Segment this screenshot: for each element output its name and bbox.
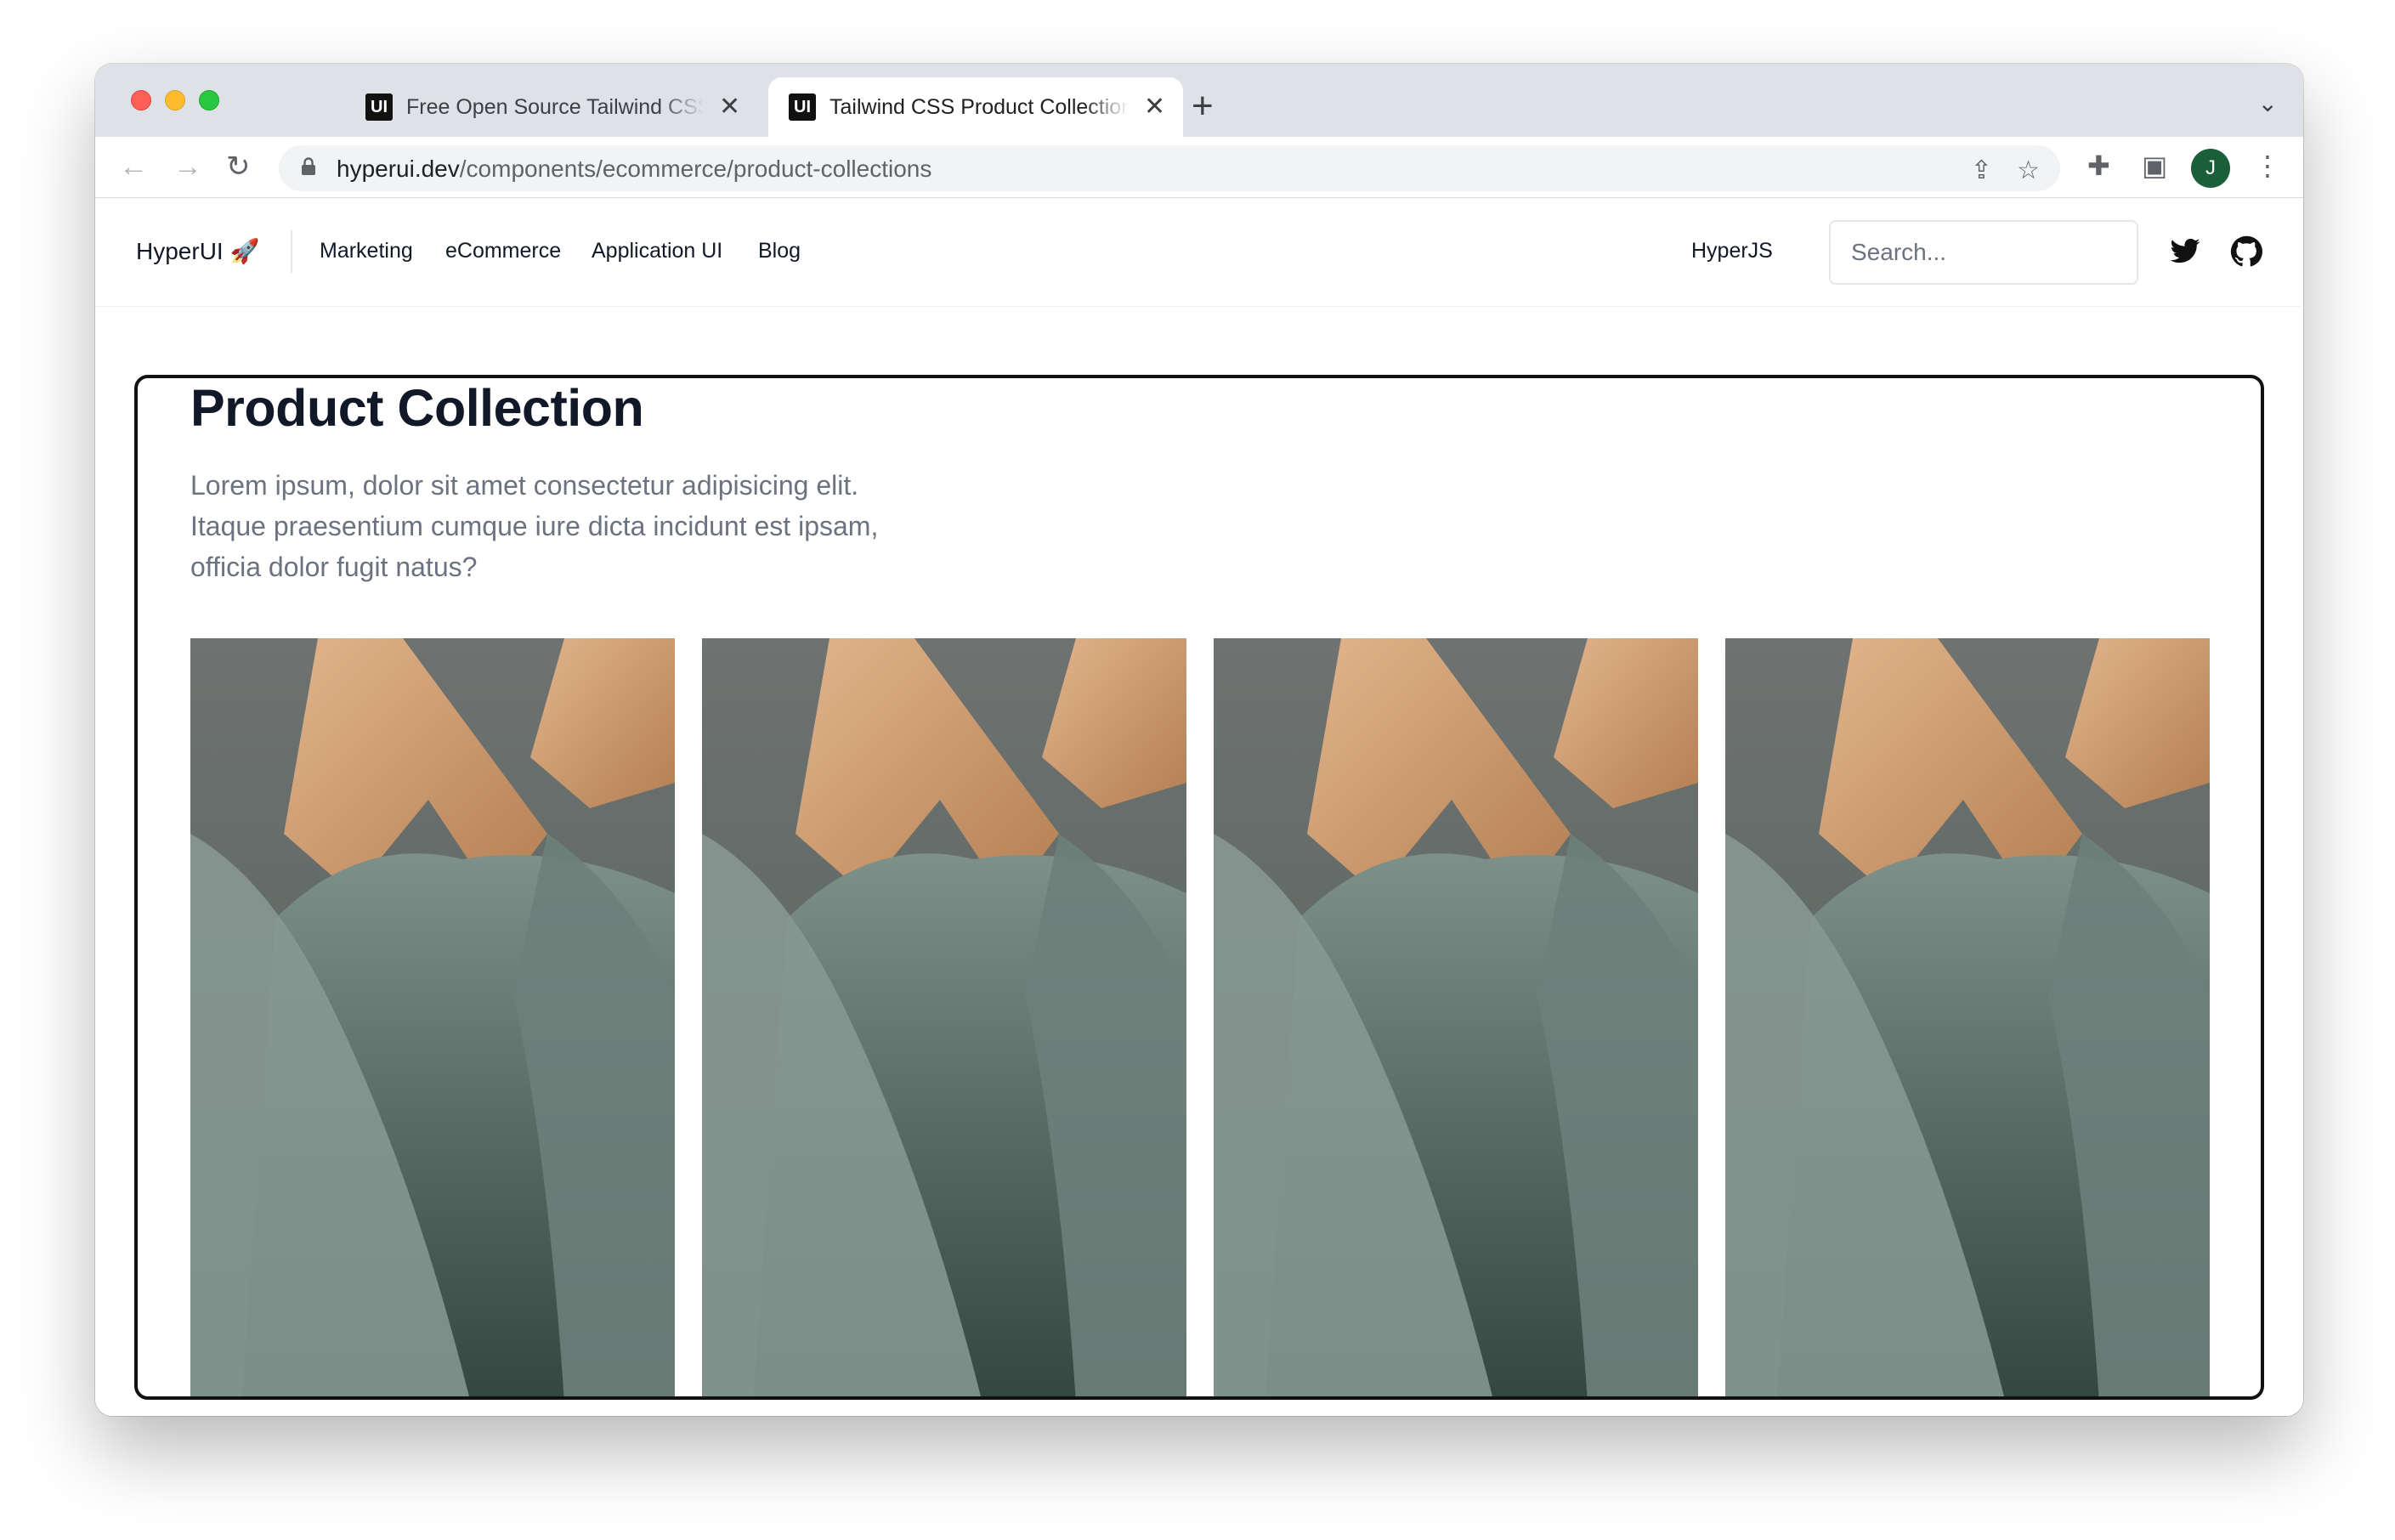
product-card[interactable] [190, 638, 675, 1396]
hyperui-favicon-icon: UI [789, 93, 816, 121]
github-icon[interactable] [2230, 235, 2262, 268]
nav-link-blog[interactable]: Blog [758, 239, 801, 263]
brand-logo-link[interactable]: HyperUI 🚀 [136, 237, 259, 265]
product-card[interactable] [1214, 638, 1698, 1396]
url-text: hyperui.dev/components/ecommerce/product… [337, 156, 931, 183]
tab-title-active: Tailwind CSS Product Collection [829, 94, 1129, 119]
product-grid [190, 638, 2210, 1396]
address-bar[interactable]: hyperui.dev/components/ecommerce/product… [279, 145, 2060, 191]
tab-title: Free Open Source Tailwind CSS [406, 94, 704, 119]
minimize-window-button[interactable] [165, 90, 185, 110]
lock-icon [302, 157, 315, 175]
page-title: Product Collection [190, 379, 644, 437]
nav-link-marketing[interactable]: Marketing [320, 239, 413, 263]
back-arrow-icon[interactable]: ← [119, 152, 148, 181]
search-input[interactable] [1829, 220, 2138, 285]
twitter-icon[interactable] [2169, 235, 2201, 268]
tab-strip: UI UI Free Open Source Tailwind CSS ✕ UI… [95, 64, 2303, 137]
tab-product-collection[interactable]: UI Tailwind CSS Product Collection ✕ [768, 77, 1183, 137]
browser-toolbar: ← → ↻ hyperui.dev/components/ecommerce/p… [95, 137, 2303, 198]
share-icon[interactable]: ⇪ [1971, 156, 1992, 185]
close-tab-icon[interactable]: ✕ [1144, 94, 1165, 120]
nav-link-application-ui[interactable]: Application UI [592, 239, 722, 263]
web-page: HyperUI 🚀 Marketing eCommerce Applicatio… [95, 198, 2303, 1416]
reload-icon[interactable]: ↻ [226, 152, 251, 181]
tshirt-hanger-image [190, 638, 675, 1396]
url-host: hyperui.dev [337, 156, 460, 182]
collection-description: Lorem ipsum, dolor sit amet consectetur … [190, 470, 879, 582]
browser-menu-icon[interactable]: ⋮ [2254, 152, 2281, 179]
header-divider [291, 230, 292, 273]
nav-link-ecommerce[interactable]: eCommerce [445, 239, 561, 263]
extensions-puzzle-icon[interactable]: ✚ [2087, 152, 2110, 179]
site-header: HyperUI 🚀 Marketing eCommerce Applicatio… [95, 198, 2303, 307]
close-window-button[interactable] [131, 90, 151, 110]
tab-search-chevron-icon[interactable]: ⌄ [2258, 89, 2278, 117]
bookmark-star-icon[interactable]: ☆ [2017, 156, 2040, 185]
profile-avatar[interactable]: J [2191, 149, 2230, 188]
close-tab-icon[interactable]: ✕ [719, 94, 740, 120]
hyperui-favicon-icon: UI [365, 93, 393, 121]
component-preview-frame: Product Collection Lorem ipsum, dolor si… [134, 375, 2264, 1400]
product-card[interactable] [1725, 638, 2210, 1396]
tshirt-hanger-image [1725, 638, 2210, 1396]
nav-link-hyperjs[interactable]: HyperJS [1691, 239, 1773, 263]
new-tab-plus-icon[interactable]: + [1192, 88, 1214, 125]
maximize-window-button[interactable] [199, 90, 219, 110]
tab-free-open-source-inner[interactable]: UI Free Open Source Tailwind CSS ✕ [365, 77, 765, 137]
url-path: /components/ecommerce/product-collection… [459, 156, 932, 182]
tshirt-hanger-image [1214, 638, 1698, 1396]
tshirt-hanger-image [702, 638, 1186, 1396]
product-card[interactable] [702, 638, 1186, 1396]
side-panel-icon[interactable]: ▣ [2142, 152, 2167, 179]
forward-arrow-icon[interactable]: → [173, 152, 202, 181]
browser-window: UI UI Free Open Source Tailwind CSS ✕ UI… [95, 64, 2303, 1416]
